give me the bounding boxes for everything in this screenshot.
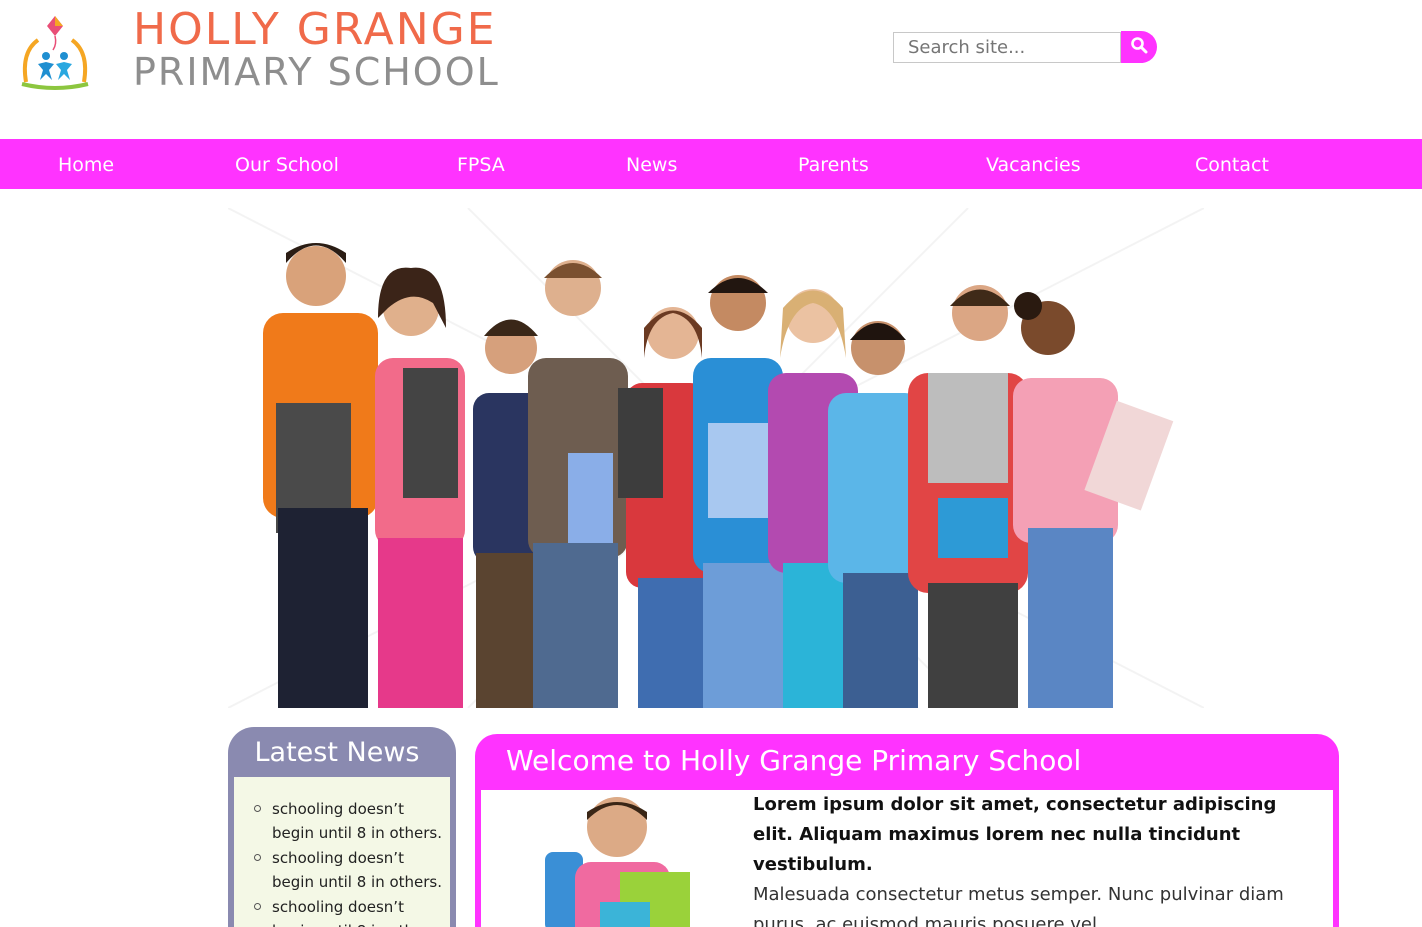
news-item[interactable]: schooling doesn’t begin until 8 in other…: [254, 846, 450, 894]
search-icon: [1130, 36, 1148, 58]
latest-news-list: schooling doesn’t begin until 8 in other…: [254, 797, 450, 927]
news-item[interactable]: schooling doesn’t begin until 8 in other…: [254, 797, 450, 845]
site-title-line2: PRIMARY SCHOOL: [133, 50, 500, 94]
search-input[interactable]: [893, 32, 1121, 63]
nav-item-home[interactable]: Home: [58, 139, 114, 189]
welcome-body: Lorem ipsum dolor sit amet, consectetur …: [481, 790, 1333, 927]
nav-item-fpsa[interactable]: FPSA: [457, 139, 505, 189]
welcome-title: Welcome to Holly Grange Primary School: [506, 744, 1082, 777]
child-with-books-image: [505, 792, 705, 927]
nav-item-our-school[interactable]: Our School: [235, 139, 339, 189]
nav-item-vacancies[interactable]: Vacancies: [986, 139, 1081, 189]
kite-children-logo-icon[interactable]: [16, 12, 94, 92]
nav-item-news[interactable]: News: [626, 139, 677, 189]
search-button[interactable]: [1121, 31, 1157, 63]
latest-news-panel: Latest News schooling doesn’t begin unti…: [228, 727, 456, 927]
main-nav: Home Our School FPSA News Parents Vacanc…: [0, 139, 1422, 189]
welcome-paragraph: Malesuada consectetur metus semper. Nunc…: [753, 884, 1284, 927]
news-item[interactable]: schooling doesn’t begin until 8 in other…: [254, 895, 450, 927]
site-title-line1: HOLLY GRANGE: [133, 4, 497, 55]
site-header: HOLLY GRANGE PRIMARY SCHOOL: [0, 0, 1422, 138]
latest-news-title: Latest News: [254, 737, 420, 768]
nav-item-contact[interactable]: Contact: [1195, 139, 1269, 189]
latest-news-body: schooling doesn’t begin until 8 in other…: [234, 777, 450, 927]
welcome-lead-text: Lorem ipsum dolor sit amet, consectetur …: [753, 794, 1277, 875]
nav-item-parents[interactable]: Parents: [798, 139, 869, 189]
hero-children-image: [228, 208, 1204, 708]
welcome-panel: Welcome to Holly Grange Primary School L…: [475, 734, 1339, 927]
